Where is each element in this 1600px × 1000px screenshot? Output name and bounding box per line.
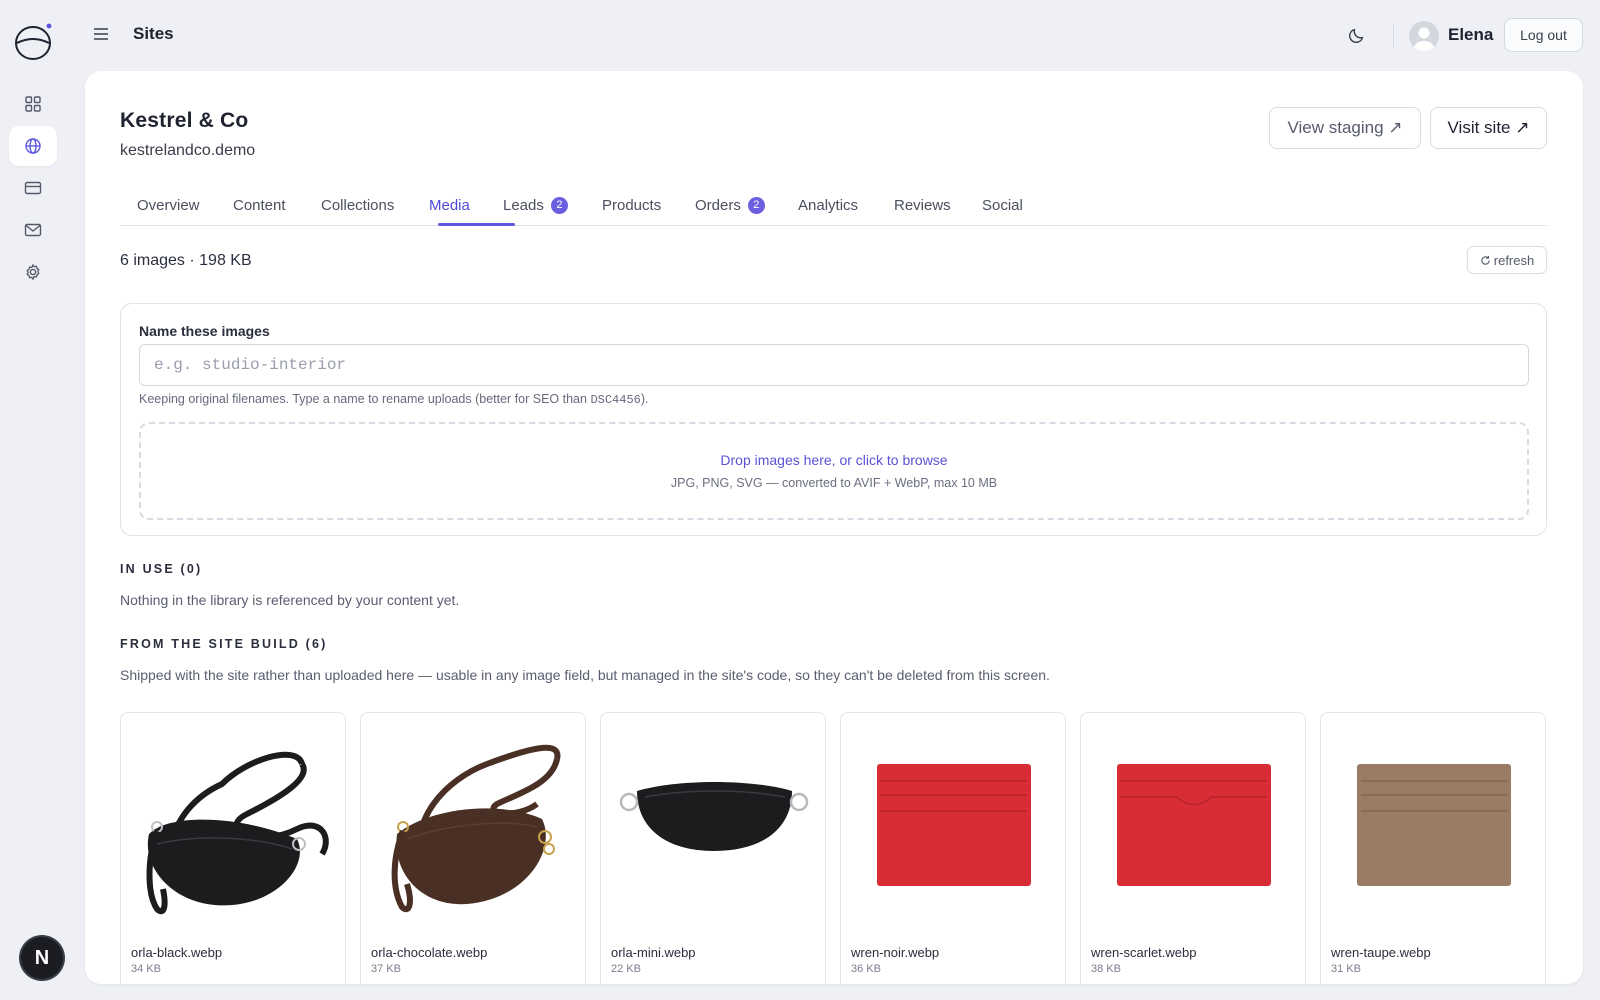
site-card: Kestrel & Co kestrelandco.demo View stag… (85, 71, 1583, 984)
logout-button[interactable]: Log out (1504, 18, 1583, 52)
image-filename: orla-black.webp (131, 945, 223, 960)
image-tile[interactable]: orla-black.webp 34 KB (120, 712, 346, 984)
help-text: Keeping original filenames. Type a name … (139, 392, 591, 406)
tab-media[interactable]: Media (429, 184, 470, 226)
image-filesize: 36 KB (851, 963, 881, 975)
tab-products[interactable]: Products (602, 184, 661, 226)
site-name: Kestrel & Co (120, 109, 249, 132)
site-domain: kestrelandco.demo (120, 142, 256, 159)
tab-label: Reviews (894, 196, 951, 214)
image-tile[interactable]: wren-noir.webp 36 KB (840, 712, 1066, 984)
nav-mail-button[interactable] (9, 210, 57, 250)
site-build-heading: From the site build (6) (120, 637, 328, 651)
nav-sites-button[interactable] (9, 126, 57, 166)
dev-tools-badge[interactable]: N (21, 937, 63, 979)
tab-label: Content (233, 196, 286, 214)
upload-name-label: Name these images (139, 323, 270, 339)
dropzone-prompt: Drop images here, or click to browse (720, 452, 948, 468)
page-title: Sites (133, 24, 174, 43)
belt-bag-image (391, 744, 561, 913)
upload-help-text: Keeping original filenames. Type a name … (139, 392, 649, 407)
image-filename: wren-scarlet.webp (1091, 945, 1197, 960)
image-thumbnail (1327, 719, 1541, 929)
tab-label: Products (602, 196, 662, 214)
image-filesize: 22 KB (611, 963, 641, 975)
image-dropzone[interactable]: Drop images here, or click to browse JPG… (139, 422, 1529, 520)
grid-icon (25, 96, 41, 112)
tab-social[interactable]: Social (982, 184, 1023, 226)
tab-reviews[interactable]: Reviews (894, 184, 951, 226)
gear-icon (26, 264, 40, 280)
image-tile[interactable]: orla-mini.webp 22 KB (600, 712, 826, 984)
dropzone-formats: JPG, PNG, SVG — converted to AVIF + WebP… (670, 476, 998, 490)
upload-panel: Name these images Keeping original filen… (120, 303, 1547, 536)
image-tile[interactable]: wren-scarlet.webp 38 KB (1080, 712, 1306, 984)
image-thumbnail (607, 719, 821, 929)
image-name-input[interactable] (139, 344, 1529, 386)
visit-site-button[interactable]: Visit site ↗ (1430, 107, 1547, 149)
leads-count-badge: 2 (550, 196, 568, 214)
top-bar: Sites Elena Log out (67, 0, 1600, 70)
mail-icon (24, 223, 42, 237)
image-grid: orla-black.webp 34 KB orla-chocolate.web… (120, 712, 1547, 984)
avatar[interactable] (1409, 21, 1439, 51)
card-holder-image (877, 764, 1031, 886)
image-filesize: 38 KB (1091, 963, 1121, 975)
nav-dashboard-button[interactable] (9, 84, 57, 124)
view-staging-button[interactable]: View staging ↗ (1269, 107, 1421, 149)
tab-label: Leads (503, 196, 544, 214)
nav-billing-button[interactable] (9, 168, 57, 208)
tab-label: Collections (321, 196, 395, 214)
tab-collections[interactable]: Collections (321, 184, 394, 226)
orders-count-badge: 2 (747, 196, 765, 214)
divider (1393, 24, 1394, 48)
image-tile[interactable]: orla-chocolate.webp 37 KB (360, 712, 586, 984)
image-filename: wren-noir.webp (851, 945, 940, 960)
belt-bag-image (146, 751, 329, 915)
in-use-heading: In use (0) (120, 562, 203, 576)
credit-card-icon (24, 181, 42, 195)
tab-orders[interactable]: Orders 2 (695, 184, 765, 226)
menu-icon[interactable] (93, 26, 109, 42)
card-holder-image (1117, 764, 1271, 886)
tab-leads[interactable]: Leads 2 (503, 184, 568, 226)
image-thumbnail (367, 719, 581, 929)
media-stats: 6 images · 198 KB (120, 252, 252, 269)
mini-belt-bag-image (619, 782, 809, 851)
image-filename: wren-taupe.webp (1331, 945, 1431, 960)
refresh-label: refresh (1493, 252, 1535, 268)
image-filename: orla-chocolate.webp (371, 945, 488, 960)
tab-content[interactable]: Content (233, 184, 286, 226)
tab-label: Social (982, 196, 1023, 214)
refresh-button[interactable]: refresh (1467, 246, 1547, 274)
active-tab-indicator (438, 223, 515, 226)
card-holder-image (1357, 764, 1511, 886)
refresh-icon (1481, 255, 1490, 265)
tab-overview[interactable]: Overview (137, 184, 200, 226)
image-thumbnail (127, 719, 341, 929)
left-rail: N (0, 0, 67, 1000)
image-filename: orla-mini.webp (611, 945, 696, 960)
image-filesize: 37 KB (371, 963, 401, 975)
help-code: DSC4456 (590, 393, 641, 407)
help-text: ). (640, 392, 649, 406)
site-tabs: Overview Content Collections Media Leads… (120, 184, 1547, 226)
tab-label: Overview (137, 196, 200, 214)
image-thumbnail (1087, 719, 1301, 929)
in-use-text: Nothing in the library is referenced by … (120, 592, 460, 608)
image-filesize: 34 KB (131, 963, 161, 975)
image-filesize: 31 KB (1331, 963, 1361, 975)
user-name[interactable]: Elena (1448, 25, 1493, 45)
nav-settings-button[interactable] (9, 252, 57, 292)
image-thumbnail (847, 719, 1061, 929)
tab-analytics[interactable]: Analytics (798, 184, 858, 226)
app-logo-icon[interactable] (14, 22, 52, 60)
tab-label: Media (429, 196, 470, 214)
site-build-text: Shipped with the site rather than upload… (120, 667, 1050, 683)
globe-icon (25, 138, 41, 154)
image-tile[interactable]: wren-taupe.webp 31 KB (1320, 712, 1546, 984)
dark-mode-toggle-icon[interactable] (1347, 25, 1367, 45)
tab-label: Orders (695, 196, 741, 214)
tab-label: Analytics (798, 196, 859, 214)
